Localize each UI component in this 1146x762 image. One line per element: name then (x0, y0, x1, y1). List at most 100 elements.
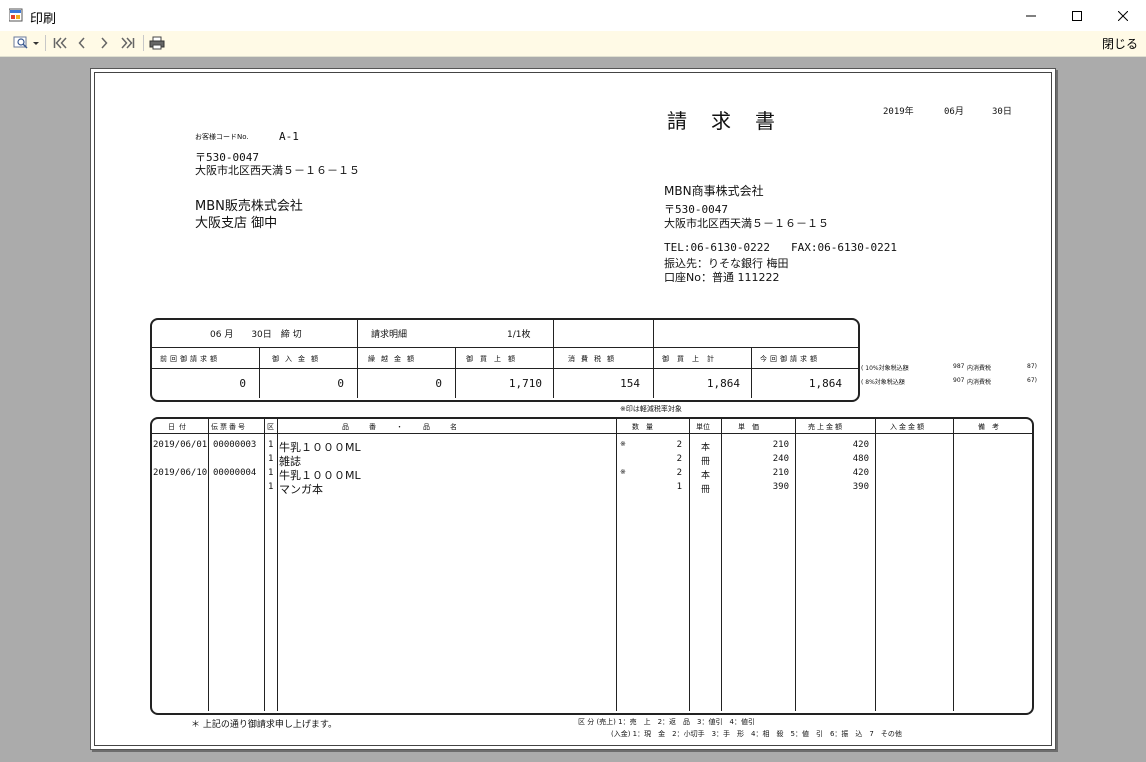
customer-branch: 大阪支店 御中 (195, 216, 278, 231)
last-page-button[interactable] (118, 34, 138, 52)
tax-note-amount: 987 (953, 363, 965, 370)
preview-toolbar: 閉じる (0, 31, 1146, 57)
close-window-button[interactable] (1100, 0, 1146, 31)
row-amount: 420 (852, 440, 869, 450)
column-divider (875, 419, 876, 711)
summary-divider (152, 368, 858, 369)
row-kbn: 1 (268, 454, 274, 464)
column-divider (277, 419, 278, 711)
detail-label: 請求明細 (371, 330, 408, 340)
column-header: 区 (267, 423, 274, 431)
customer-code: A-1 (279, 130, 299, 143)
row-qty: 2 (676, 440, 682, 450)
summary-divider (357, 320, 358, 347)
row-unit: 冊 (701, 457, 711, 467)
summary-divider (653, 320, 654, 347)
customer-code-label: お客様コードNo. (195, 133, 249, 141)
row-price: 210 (772, 440, 789, 450)
summary-divider (455, 347, 456, 398)
close-icon (1118, 10, 1128, 21)
print-button[interactable] (148, 34, 166, 52)
summary-value: 0 (239, 377, 246, 390)
summary-header: 繰越金額 (368, 355, 420, 363)
issuer-fax: FAX:06-6130-0221 (791, 241, 897, 254)
summary-header: 今回御請求額 (760, 355, 820, 363)
tax-note-amount: 907 (953, 377, 965, 384)
closing-date: 06 月 30日 締 切 (210, 330, 302, 340)
footer-note: ＊ 上記の通り御請求申し上げます。 (191, 720, 337, 730)
summary-box: 06 月 30日 締 切 請求明細 1/1枚 前回御請求額 御入金額 繰越金額 … (150, 318, 860, 402)
column-header: 売上金額 (808, 423, 844, 431)
zoom-button[interactable] (10, 34, 42, 52)
row-price: 210 (772, 468, 789, 478)
zoom-icon (13, 36, 39, 49)
minimize-button[interactable] (1008, 0, 1054, 31)
category-legend: (入金) 1：現 金 2：小切手 3：手 形 4：相 殺 5：値 引 6：振 込… (611, 730, 902, 738)
invoice-title: 請 求 書 (667, 109, 777, 133)
printer-icon (149, 36, 165, 50)
summary-header: 御入金額 (272, 355, 324, 363)
customer-address: 大阪市北区西天満５－１６－１５ (195, 164, 360, 177)
row-price: 390 (772, 482, 789, 492)
column-header: 品 番 ・ 品 名 (342, 423, 459, 431)
column-divider (795, 419, 796, 711)
column-divider (953, 419, 954, 711)
tax-note-tax: 87) (1027, 363, 1037, 370)
first-page-icon (53, 37, 67, 49)
window-title: 印刷 (30, 12, 57, 27)
row-qty: 2 (676, 454, 682, 464)
column-header: 備 考 (978, 423, 999, 431)
row-amount: 420 (852, 468, 869, 478)
date-year: 2019年 (883, 107, 914, 117)
row-date: 2019/06/01 (153, 440, 208, 450)
first-page-button[interactable] (50, 34, 70, 52)
tax-note-tax-label: 内消費税 (967, 379, 992, 386)
row-unit: 本 (701, 471, 711, 481)
column-divider (721, 419, 722, 711)
row-qty: 1 (676, 482, 682, 492)
summary-divider (259, 347, 260, 398)
row-date: 2019/06/10 (153, 468, 208, 478)
invoice-page: 請 求 書 2019年 06月 30日 お客様コードNo. A-1 〒530-0… (90, 68, 1056, 750)
issuer-name: MBN商事株式会社 (664, 184, 764, 198)
close-preview-button[interactable]: 閉じる (1102, 35, 1138, 52)
summary-value: 0 (435, 377, 442, 390)
summary-divider (553, 320, 554, 347)
row-amount: 390 (852, 482, 869, 492)
date-day: 30日 (992, 107, 1012, 117)
summary-divider (152, 347, 858, 348)
row-unit: 冊 (701, 485, 711, 495)
column-divider (689, 419, 690, 711)
next-page-button[interactable] (96, 34, 112, 52)
column-header: 日付 (168, 423, 190, 431)
table-header-divider (152, 433, 1032, 434)
column-header: 単 価 (738, 423, 759, 431)
last-page-icon (121, 37, 135, 49)
summary-divider (553, 347, 554, 398)
tax-note-tax-label: 内消費税 (967, 365, 992, 372)
summary-value: 0 (337, 377, 344, 390)
date-month: 06月 (944, 107, 964, 117)
summary-value: 1,864 (706, 377, 740, 390)
next-page-icon (101, 37, 108, 49)
issuer-tel: TEL:06-6130-0222 (664, 241, 770, 254)
summary-header: 消費税額 (568, 355, 620, 363)
row-slip: 00000004 (213, 468, 257, 478)
row-reduced-mark: ※ (620, 468, 626, 476)
summary-header: 御買上額 (466, 355, 522, 363)
issuer-account: 口座No：普通 111222 (664, 271, 780, 284)
minimize-icon (1026, 15, 1036, 16)
detail-table: 日付 伝票番号 区 品 番 ・ 品 名 数 量 単位 単 価 売上金額 入金金額… (150, 417, 1034, 715)
summary-divider (751, 347, 752, 398)
column-divider (264, 419, 265, 711)
summary-header: 御買上計 (662, 355, 722, 363)
summary-divider (357, 347, 358, 398)
maximize-button[interactable] (1054, 0, 1100, 31)
column-divider (208, 419, 209, 711)
page-count: 1/1枚 (507, 330, 531, 340)
tax-note-label: ( 8%対象税込額 (861, 379, 905, 386)
column-header: 単位 (696, 423, 710, 431)
prev-page-button[interactable] (74, 34, 90, 52)
column-header: 数 量 (632, 423, 653, 431)
row-kbn: 1 (268, 468, 274, 478)
